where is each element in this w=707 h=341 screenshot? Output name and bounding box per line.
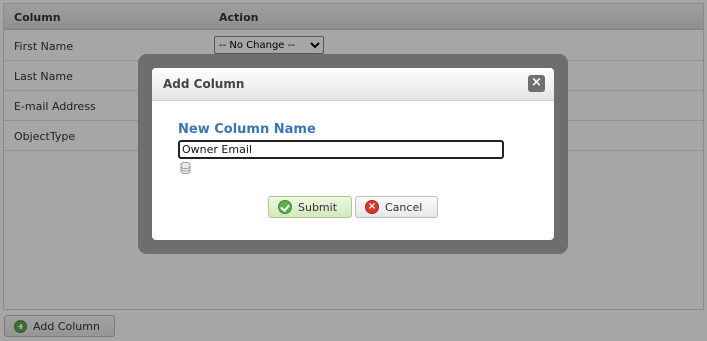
check-circle-icon bbox=[278, 200, 292, 214]
database-icon[interactable] bbox=[180, 162, 191, 174]
submit-button[interactable]: Submit bbox=[268, 196, 352, 218]
cancel-label: Cancel bbox=[385, 200, 423, 214]
new-column-name-label: New Column Name bbox=[178, 122, 316, 137]
new-column-name-input[interactable] bbox=[178, 140, 504, 159]
dialog-title: Add Column bbox=[163, 77, 245, 91]
dialog-header: Add Column × bbox=[152, 68, 554, 101]
submit-label: Submit bbox=[298, 200, 338, 214]
close-icon[interactable]: × bbox=[528, 75, 545, 92]
add-column-dialog: Add Column × New Column Name Submit × Ca… bbox=[152, 68, 554, 240]
x-circle-icon: × bbox=[365, 200, 379, 214]
cancel-button[interactable]: × Cancel bbox=[355, 196, 438, 218]
